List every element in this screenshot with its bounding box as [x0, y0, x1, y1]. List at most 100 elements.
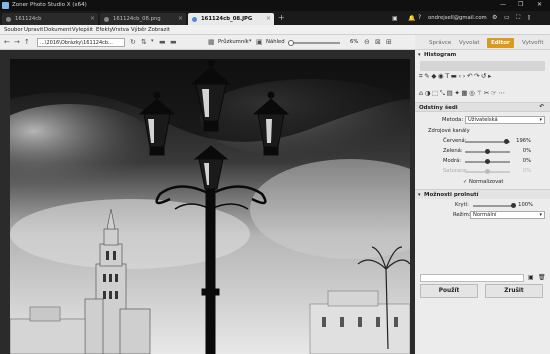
transform-icon[interactable]: ⤡: [440, 89, 447, 97]
retouch-icon[interactable]: ✂: [484, 89, 491, 97]
preset-select[interactable]: [420, 274, 524, 282]
user-email[interactable]: ondrejsell@gmail.com: [428, 15, 487, 21]
reset-icon[interactable]: ↶: [539, 104, 544, 110]
tab-161124cb[interactable]: 161124cb ×: [2, 13, 98, 25]
delete-icon[interactable]: 🗑: [538, 274, 546, 281]
shape-icon[interactable]: ◆: [431, 72, 438, 80]
slider-knob[interactable]: [485, 159, 490, 164]
shop-icon[interactable]: ▣: [392, 15, 398, 22]
image-icon: [104, 17, 109, 22]
slider-knob[interactable]: [485, 149, 490, 154]
close-window-button[interactable]: ✕: [537, 1, 542, 8]
fullscreen-icon[interactable]: ⛶: [516, 14, 520, 22]
saturation-value: 0%: [522, 168, 531, 174]
blend-section-header[interactable]: ▾ Možnosti prolnutí: [415, 189, 550, 199]
chevron-down-icon[interactable]: ▾: [249, 38, 252, 44]
blue-value: 0%: [522, 158, 531, 164]
menu-upravit[interactable]: Upravit: [24, 27, 43, 33]
path-field[interactable]: ...\2016\Obrázky\161124cb...: [37, 38, 125, 47]
menu-vrstva[interactable]: Vrstva: [112, 27, 129, 33]
tab-vytvorit[interactable]: Vytvořit: [518, 38, 548, 48]
red-value: 196%: [516, 138, 531, 144]
normalize-checkbox[interactable]: ✓ Normalizovat: [463, 179, 503, 185]
menu-efekty[interactable]: Efekty: [96, 27, 113, 33]
tab-editor[interactable]: Editor: [487, 38, 514, 48]
preview-icon: ▣: [256, 38, 263, 46]
export-folder-icon[interactable]: ▬: [170, 38, 177, 46]
blend-mode-value: Normální: [473, 212, 497, 218]
green-label: Zelená:: [443, 148, 463, 154]
undo-icon[interactable]: ↶: [467, 72, 474, 80]
chevron-down-icon[interactable]: ▾: [151, 38, 154, 44]
opacity-slider[interactable]: [473, 203, 516, 208]
zoom-slider[interactable]: [288, 40, 340, 46]
menu-zobrazit[interactable]: Zobrazit: [148, 27, 170, 33]
method-value: Uživatelská: [468, 117, 498, 123]
tab-label: 161124cb_08.JPG: [201, 16, 253, 22]
menu-vyber[interactable]: Výběr: [131, 27, 146, 33]
close-icon[interactable]: ×: [90, 15, 95, 22]
fit-window-icon[interactable]: ⊠: [375, 38, 381, 46]
cancel-button[interactable]: Zrušit: [485, 284, 543, 298]
apply-button[interactable]: Použít: [420, 284, 478, 298]
tab-vyvolat[interactable]: Vyvolat: [455, 38, 484, 48]
refresh-icon[interactable]: ↻: [130, 38, 136, 46]
redo-icon[interactable]: ↷: [474, 72, 481, 80]
slider-knob[interactable]: [485, 169, 490, 174]
sidebar-toggle-icon[interactable]: ⫾: [528, 14, 530, 22]
more-icon[interactable]: ⋯: [498, 89, 506, 97]
minimize-button[interactable]: —: [500, 1, 506, 8]
menu-dokument[interactable]: Dokument: [44, 27, 71, 33]
wand-icon[interactable]: ⚚: [476, 89, 483, 97]
blend-mode-select[interactable]: Normální ▾: [470, 211, 545, 219]
opacity-value: 100%: [518, 202, 533, 208]
chevron-down-icon: ▾: [539, 117, 542, 123]
slider-knob[interactable]: [504, 139, 510, 144]
bell-icon[interactable]: 🔔: [408, 15, 415, 22]
compact-view-icon[interactable]: ▭: [504, 14, 510, 21]
select-icon[interactable]: ⬚: [432, 89, 440, 97]
blue-slider[interactable]: [465, 159, 510, 164]
photo: [10, 59, 410, 354]
new-tab-button[interactable]: +: [278, 13, 285, 22]
actual-size-icon[interactable]: ⊞: [386, 38, 392, 46]
adjust-icon[interactable]: ◑: [425, 89, 432, 97]
saturation-slider[interactable]: [465, 169, 510, 174]
back-icon[interactable]: ←: [4, 38, 10, 46]
preview-toggle[interactable]: Náhled: [264, 38, 287, 47]
navigator-dropdown[interactable]: Průzkumník: [216, 38, 251, 47]
up-folder-icon[interactable]: ↑: [24, 38, 30, 46]
layer-icon[interactable]: ▦: [461, 89, 469, 97]
tab-161124cb-png[interactable]: 161124cb_08.png ×: [100, 13, 186, 25]
maximize-button[interactable]: ❐: [518, 1, 523, 8]
method-select[interactable]: Uživatelská ▾: [465, 116, 545, 124]
settings-icon[interactable]: ⚙: [492, 14, 497, 21]
save-icon[interactable]: ▣: [528, 274, 534, 281]
image-icon: [192, 17, 197, 22]
forward-icon[interactable]: →: [14, 38, 20, 46]
help-icon[interactable]: ?: [418, 14, 421, 21]
histogram-header[interactable]: ▾ Histogram: [415, 50, 550, 60]
zoom-out-icon[interactable]: ⊖: [364, 38, 370, 46]
histogram-title: Histogram: [424, 52, 457, 58]
tab-spravce[interactable]: Správce: [425, 38, 455, 48]
menu-vylepsit[interactable]: Vylepšit: [72, 27, 93, 33]
red-slider[interactable]: [465, 139, 510, 144]
folder-icon[interactable]: ▬: [159, 38, 166, 46]
slider-knob[interactable]: [288, 40, 294, 46]
zoom-level: 6%: [350, 39, 359, 45]
chevron-down-icon: ▾: [418, 192, 421, 198]
red-label: Červená:: [443, 138, 467, 144]
close-icon[interactable]: ×: [266, 15, 271, 22]
green-slider[interactable]: [465, 149, 510, 154]
image-canvas[interactable]: [0, 50, 415, 354]
folder-icon[interactable]: ▬: [451, 72, 459, 80]
grayscale-section-header: Odstíny šedi ↶: [415, 102, 550, 112]
normalize-label: Normalizovat: [469, 179, 504, 185]
title-bar: Zoner Photo Studio X (x64) — ❐ ✕: [0, 0, 550, 11]
menu-soubor[interactable]: Soubor: [4, 27, 23, 33]
tab-161124cb-jpg[interactable]: 161124cb_08.JPG ×: [188, 13, 274, 25]
sort-icon[interactable]: ⇅: [141, 38, 147, 46]
menu-icon[interactable]: ▸: [488, 72, 493, 80]
close-icon[interactable]: ×: [178, 15, 183, 22]
